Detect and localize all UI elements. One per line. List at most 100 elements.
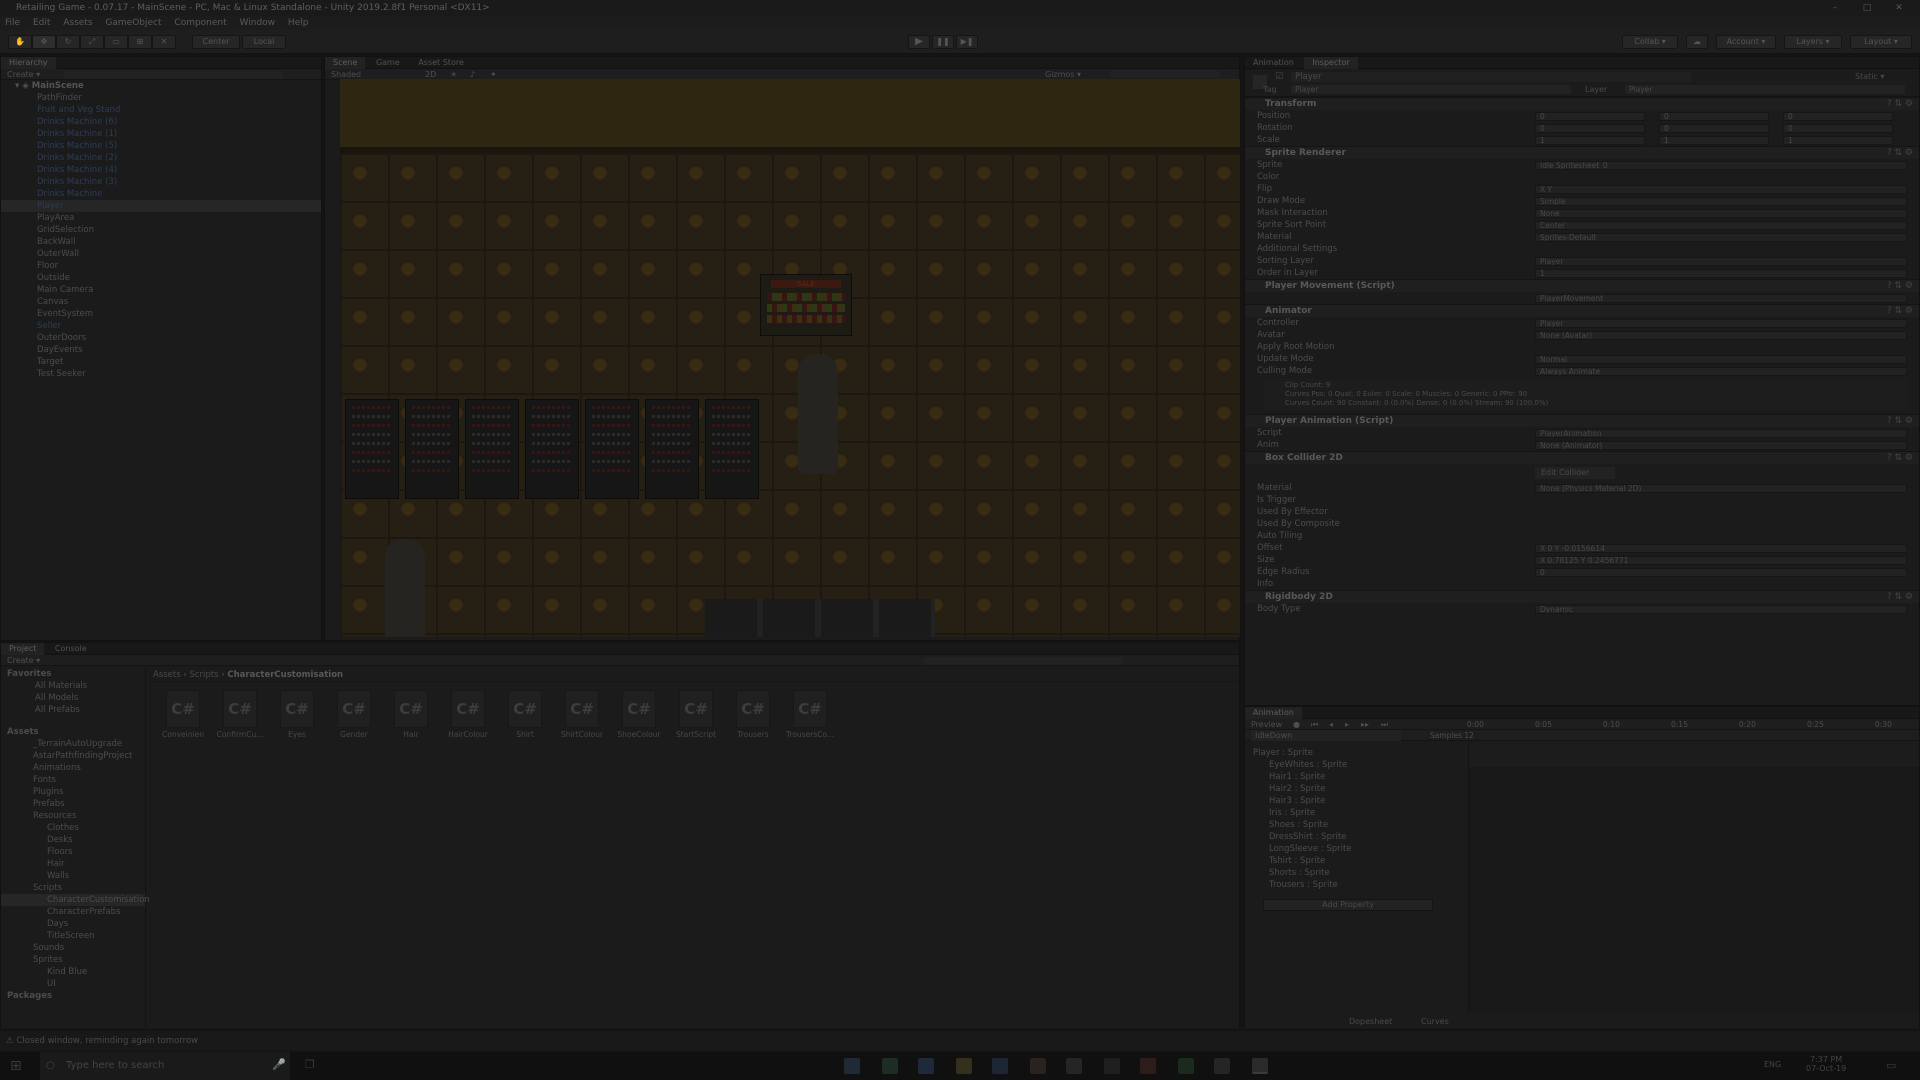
script-asset[interactable]: C# Trousers xyxy=(728,690,778,746)
property-value[interactable]: None (Avatar) xyxy=(1535,331,1907,340)
property-value[interactable]: X 0 Y -0.0156614 xyxy=(1535,544,1907,553)
favorite-item[interactable]: All Materials xyxy=(1,680,145,692)
animator-component[interactable]: Animator? ⇅ ⚙ xyxy=(1245,304,1919,317)
tab-animation[interactable]: Animation xyxy=(1245,57,1302,69)
first-key-icon[interactable]: ⏮ xyxy=(1311,719,1318,730)
property-value[interactable]: None (Animator) xyxy=(1535,441,1907,450)
task-view-icon[interactable]: ❐ xyxy=(305,1058,315,1071)
player-movement-component[interactable]: Player Movement (Script)? ⇅ ⚙ xyxy=(1245,279,1919,292)
settings-icon[interactable] xyxy=(1214,1058,1230,1074)
script-asset[interactable]: C# TrousersCo... xyxy=(785,690,835,746)
script-asset[interactable]: C# Shirt xyxy=(500,690,550,746)
active-checkbox[interactable]: ☑ xyxy=(1275,72,1283,82)
custom-tool-icon[interactable]: ✕ xyxy=(152,35,176,49)
curves-tab[interactable]: Curves xyxy=(1421,1017,1449,1026)
menu-help[interactable]: Help xyxy=(283,16,314,30)
app-icon-4[interactable] xyxy=(1140,1058,1156,1074)
transform-x-field[interactable]: 0 xyxy=(1535,124,1645,133)
property-value[interactable]: X Y xyxy=(1535,185,1907,194)
rotate-tool-icon[interactable]: ↻ xyxy=(56,35,80,49)
clip-dropdown[interactable]: IdleDown xyxy=(1251,730,1401,741)
folder-item[interactable]: Fonts xyxy=(1,774,145,786)
hierarchy-item[interactable]: Test Seeker xyxy=(1,368,321,380)
hierarchy-item[interactable]: PathFinder xyxy=(1,92,321,104)
folder-item[interactable]: Prefabs xyxy=(1,798,145,810)
folder-item[interactable]: Walls xyxy=(1,870,145,882)
microphone-icon[interactable]: 🎤 xyxy=(272,1058,286,1071)
folder-item[interactable]: Kind Blue xyxy=(1,966,145,978)
hierarchy-item[interactable]: OuterWall xyxy=(1,248,321,260)
property-value[interactable]: None xyxy=(1535,209,1907,218)
shading-mode-dropdown[interactable]: Shaded xyxy=(331,70,361,79)
folder-item[interactable]: Days xyxy=(1,918,145,930)
animation-property[interactable]: Shoes : Sprite xyxy=(1245,819,1468,831)
hierarchy-item[interactable]: Fruit and Veg Stand xyxy=(1,104,321,116)
property-value[interactable]: Normal xyxy=(1535,355,1907,364)
player-sprite[interactable] xyxy=(798,354,838,474)
minimize-button[interactable]: – xyxy=(1820,0,1850,16)
folder-item[interactable]: Desks xyxy=(1,834,145,846)
dopesheet-tab[interactable]: Dopesheet xyxy=(1349,1017,1392,1026)
property-value[interactable]: Sprites-Default xyxy=(1535,233,1907,242)
folder-item[interactable]: CharacterPrefabs xyxy=(1,906,145,918)
property-value[interactable]: Player xyxy=(1535,319,1907,328)
pivot-center-button[interactable]: Center xyxy=(192,35,240,49)
hierarchy-item[interactable]: EventSystem xyxy=(1,308,321,320)
folder-item[interactable]: CharacterCustomisation xyxy=(1,894,150,906)
last-key-icon[interactable]: ⏭ xyxy=(1381,719,1388,730)
drinks-machine-sprite[interactable] xyxy=(645,399,699,499)
folder-item[interactable]: Animations xyxy=(1,762,145,774)
assets-header[interactable]: Assets xyxy=(1,726,145,738)
maximize-button[interactable]: □ xyxy=(1852,0,1882,16)
static-dropdown[interactable]: Static ▾ xyxy=(1855,72,1884,81)
hierarchy-item[interactable]: BackWall xyxy=(1,236,321,248)
folder-item[interactable]: Hair xyxy=(1,858,145,870)
property-value[interactable]: None (Physics Material 2D) xyxy=(1535,484,1907,493)
pause-button[interactable]: ❚❚ xyxy=(932,35,954,49)
seller-sprite[interactable] xyxy=(385,539,425,637)
menu-assets[interactable]: Assets xyxy=(58,16,97,30)
transform-x-field[interactable]: 0 xyxy=(1535,112,1645,121)
transform-tool-icon[interactable]: ⊞ xyxy=(128,35,152,49)
animation-property[interactable]: Shorts : Sprite xyxy=(1245,867,1468,879)
rigidbody-component[interactable]: Rigidbody 2D? ⇅ ⚙ xyxy=(1245,590,1919,603)
folder-item[interactable]: UI xyxy=(1,978,145,990)
transform-x-field[interactable]: 1 xyxy=(1535,136,1645,145)
drinks-machine-sprite[interactable] xyxy=(345,399,399,499)
transform-z-field[interactable]: 1 xyxy=(1783,136,1893,145)
tab-scene[interactable]: Scene xyxy=(325,57,366,69)
record-icon[interactable]: ● xyxy=(1293,719,1300,730)
edit-collider-button[interactable]: Edit Collider xyxy=(1535,467,1615,479)
script-asset[interactable]: C# ConfirmCu... xyxy=(215,690,265,746)
prev-key-icon[interactable]: ◂ xyxy=(1329,719,1333,730)
rect-tool-icon[interactable]: ▭ xyxy=(104,35,128,49)
input-language[interactable]: ENG xyxy=(1764,1060,1781,1069)
hierarchy-item[interactable]: Player xyxy=(1,200,321,212)
script-asset[interactable]: C# Hair xyxy=(386,690,436,746)
samples-field[interactable]: Samples 12 xyxy=(1430,730,1474,741)
scene-root[interactable]: ▾ ◈ MainScene xyxy=(1,80,321,92)
tag-dropdown[interactable]: Player xyxy=(1291,85,1571,94)
hierarchy-item[interactable]: OuterDoors xyxy=(1,332,321,344)
property-value[interactable]: Always Animate xyxy=(1535,367,1907,376)
animation-property[interactable]: Trousers : Sprite xyxy=(1245,879,1468,891)
object-name-field[interactable]: Player xyxy=(1291,72,1691,82)
property-value[interactable]: PlayerAnimation xyxy=(1535,429,1907,438)
app-icon-2[interactable] xyxy=(956,1058,972,1074)
folder-item[interactable]: Clothes xyxy=(1,822,145,834)
tab-animation-window[interactable]: Animation xyxy=(1245,707,1302,719)
property-value[interactable]: PlayerMovement xyxy=(1535,294,1907,303)
hand-tool-icon[interactable]: ✋ xyxy=(8,35,32,49)
chrome-icon[interactable] xyxy=(844,1058,860,1074)
scene-search-input[interactable] xyxy=(1110,70,1220,78)
property-value[interactable]: Dynamic xyxy=(1535,605,1907,614)
collab-button[interactable]: Collab ▾ xyxy=(1622,35,1678,49)
animation-property[interactable]: Iris : Sprite xyxy=(1245,807,1468,819)
property-value[interactable]: Center xyxy=(1535,221,1907,230)
file-explorer-icon[interactable] xyxy=(1104,1058,1120,1074)
next-key-icon[interactable]: ▸▸ xyxy=(1361,719,1369,730)
unity-icon[interactable] xyxy=(1252,1058,1268,1074)
pivot-local-button[interactable]: Local xyxy=(242,35,286,49)
hierarchy-item[interactable]: DayEvents xyxy=(1,344,321,356)
player-animation-component[interactable]: Player Animation (Script)? ⇅ ⚙ xyxy=(1245,414,1919,427)
